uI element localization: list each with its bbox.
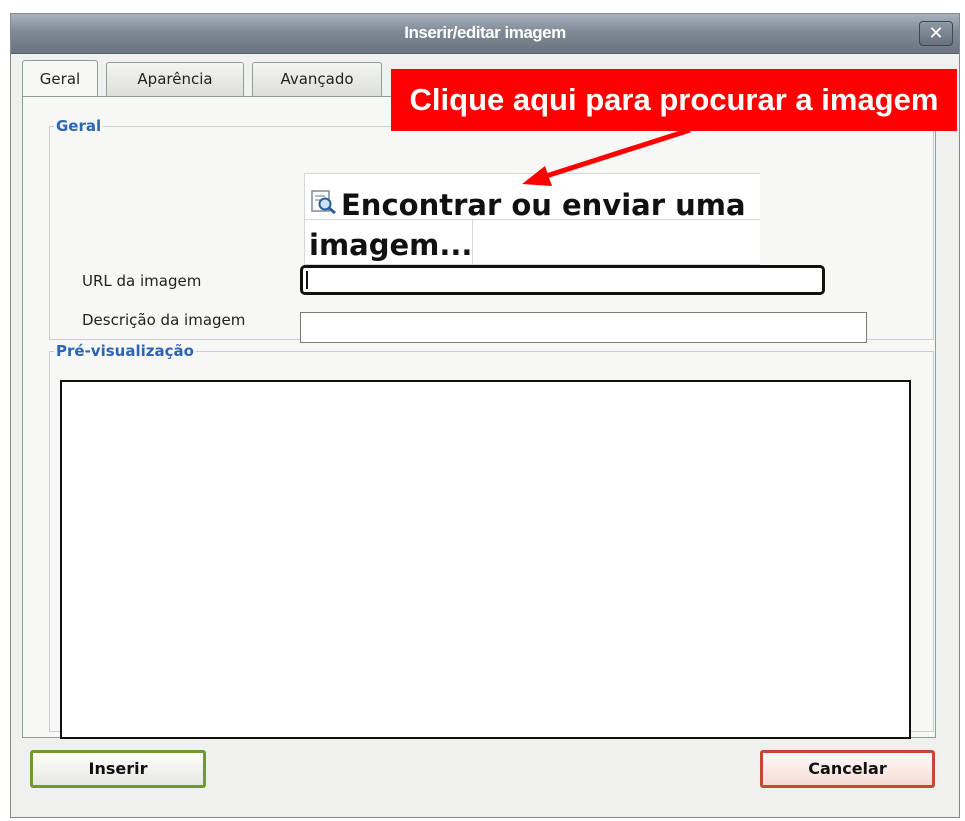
find-image-link[interactable]: Encontrar ou enviar uma imagem... (304, 173, 760, 265)
cancel-button[interactable]: Cancelar (760, 750, 935, 788)
url-input[interactable] (300, 265, 825, 295)
general-legend: Geral (56, 117, 102, 135)
tab-avancado[interactable]: Avançado (252, 62, 382, 98)
find-link-label: Encontrar ou enviar uma imagem... (309, 188, 746, 262)
preview-fieldset: Pré-visualização (49, 342, 934, 739)
close-button[interactable]: ✕ (919, 21, 953, 46)
dialog-title: Inserir/editar imagem (404, 23, 566, 42)
tab-aparencia[interactable]: Aparência (106, 62, 244, 98)
description-input[interactable] (300, 312, 867, 343)
dialog-titlebar[interactable]: Inserir/editar imagem ✕ (11, 14, 959, 54)
preview-area (60, 380, 911, 739)
insert-button[interactable]: Inserir (30, 750, 206, 788)
tab-panel-geral: Geral Encontrar ou enviar uma imagem... … (22, 96, 936, 739)
annotation-callout: Clique aqui para procurar a imagem (391, 69, 957, 131)
tab-geral[interactable]: Geral (22, 60, 98, 98)
description-label: Descrição da imagem (82, 311, 246, 329)
url-label: URL da imagem (82, 272, 202, 290)
general-fieldset: Geral Encontrar ou enviar uma imagem... … (49, 117, 934, 343)
preview-legend: Pré-visualização (56, 342, 194, 360)
